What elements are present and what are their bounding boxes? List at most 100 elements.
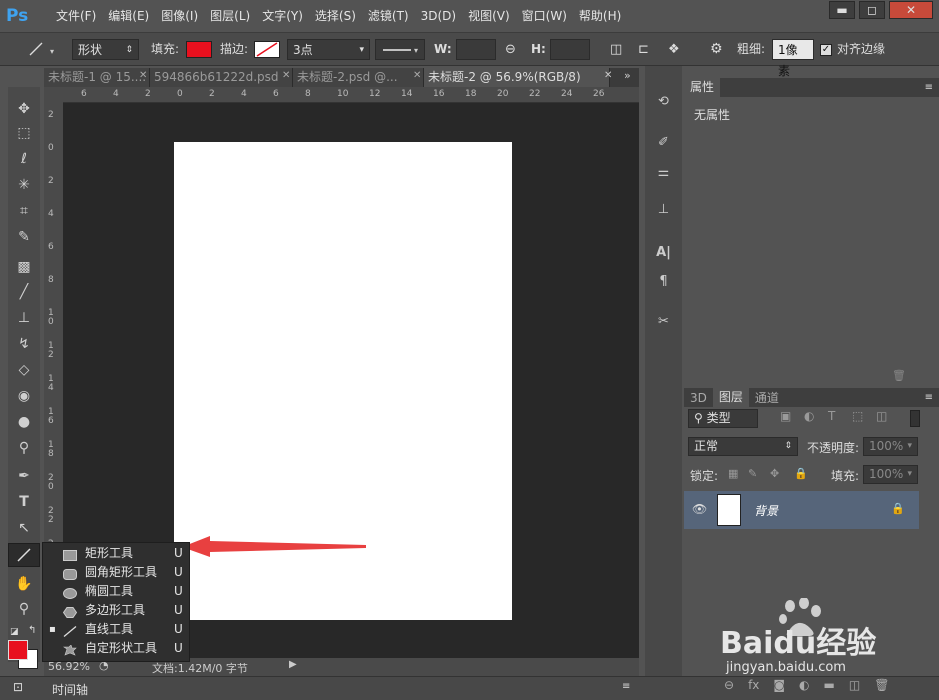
- adjustment-filter-icon[interactable]: ◐: [804, 409, 814, 423]
- magic-wand-icon[interactable]: ✳: [8, 173, 40, 197]
- menu-layer[interactable]: 图层(L): [204, 0, 256, 33]
- panel-menu-icon[interactable]: ≡: [622, 681, 630, 692]
- stroke-size-input[interactable]: 3点 ▾: [287, 39, 370, 60]
- pen-tool-icon[interactable]: ✒: [8, 464, 40, 488]
- default-colors-icon[interactable]: ◪: [10, 627, 20, 637]
- crop-tool-icon[interactable]: ⌗: [8, 199, 40, 223]
- timeline-panel-icon[interactable]: ⊡: [13, 680, 23, 694]
- layer-filter-select[interactable]: ⚲ 类型: [688, 409, 758, 428]
- filter-toggle[interactable]: [910, 410, 920, 427]
- line-tool-icon[interactable]: [8, 543, 40, 567]
- tab-document-1[interactable]: 未标题-1 @ 15....: [44, 68, 150, 87]
- blur-tool-icon[interactable]: ●: [8, 410, 40, 434]
- width-input[interactable]: [456, 39, 496, 60]
- menu-type[interactable]: 文字(Y): [256, 0, 309, 33]
- close-button[interactable]: ✕: [889, 1, 933, 19]
- align-edges-checkbox[interactable]: ✓: [820, 44, 832, 56]
- layer-name[interactable]: 背景: [754, 502, 778, 519]
- clone-source-icon[interactable]: ⊥: [649, 198, 678, 222]
- mode-select[interactable]: 形状 ⇕: [72, 39, 139, 60]
- tool-presets-icon[interactable]: ✂: [649, 310, 678, 334]
- lasso-tool-icon[interactable]: ℓ: [8, 147, 40, 171]
- lock-position-icon[interactable]: ✥: [770, 467, 779, 480]
- move-tool-icon[interactable]: ✥: [8, 97, 40, 121]
- pixel-filter-icon[interactable]: ▣: [780, 409, 791, 423]
- flyout-item-rounded-rectangle[interactable]: 圆角矩形工具 U: [43, 563, 189, 582]
- tab-channels[interactable]: 通道: [749, 389, 785, 406]
- hand-tool-icon[interactable]: ✋: [8, 572, 40, 596]
- flyout-item-line[interactable]: ▪ 直线工具 U: [43, 620, 189, 639]
- timeline-label[interactable]: 时间轴: [52, 681, 88, 698]
- zoom-tool-icon[interactable]: ⚲: [8, 597, 40, 621]
- shape-filter-icon[interactable]: ⬚: [852, 409, 863, 423]
- opacity-input[interactable]: 100% ▾: [863, 437, 918, 456]
- flyout-item-ellipse[interactable]: 椭圆工具 U: [43, 582, 189, 601]
- eraser-tool-icon[interactable]: ◇: [8, 358, 40, 382]
- visibility-eye-icon[interactable]: 👁: [692, 502, 707, 516]
- menu-file[interactable]: 文件(F): [50, 0, 102, 33]
- stroke-swatch[interactable]: [254, 41, 280, 58]
- tab-document-2[interactable]: 594866b61222d.psd: [150, 68, 293, 87]
- tab-properties[interactable]: 属性: [684, 78, 721, 97]
- brush-presets-icon[interactable]: ✐: [649, 131, 678, 155]
- menu-3d[interactable]: 3D(D): [415, 0, 462, 33]
- path-alignment-icon[interactable]: ⊏: [638, 39, 649, 60]
- lock-all-icon[interactable]: 🔒: [794, 467, 808, 480]
- dodge-tool-icon[interactable]: ⚲: [8, 436, 40, 460]
- minimize-button[interactable]: ▬: [829, 1, 855, 19]
- type-tool-icon[interactable]: T: [8, 490, 40, 514]
- close-tab-icon[interactable]: ✕: [413, 70, 421, 81]
- close-tab-icon[interactable]: ✕: [604, 70, 612, 81]
- close-tab-icon[interactable]: ✕: [282, 70, 290, 81]
- tool-preset-picker[interactable]: ▾: [10, 39, 60, 60]
- flyout-item-polygon[interactable]: 多边形工具 U: [43, 601, 189, 620]
- swap-colors-icon[interactable]: ↰: [28, 625, 40, 637]
- close-tab-icon[interactable]: ✕: [139, 70, 147, 81]
- eyedropper-icon[interactable]: ✎: [8, 225, 40, 249]
- healing-brush-icon[interactable]: ▩: [8, 255, 40, 279]
- menu-window[interactable]: 窗口(W): [516, 0, 573, 33]
- link-icon[interactable]: ⊖: [505, 39, 516, 60]
- panel-menu-icon[interactable]: ≡: [925, 392, 939, 403]
- status-menu-icon[interactable]: ▶: [289, 659, 297, 670]
- menu-image[interactable]: 图像(I): [155, 0, 204, 33]
- character-icon[interactable]: A|: [649, 241, 678, 265]
- tab-document-3[interactable]: 未标题-2.psd @...: [293, 68, 424, 87]
- more-tabs-icon[interactable]: »: [624, 69, 631, 82]
- tab-document-4[interactable]: 未标题-2 @ 56.9%(RGB/8): [424, 68, 610, 87]
- tab-layers[interactable]: 图层: [712, 388, 749, 407]
- stamp-tool-icon[interactable]: ⊥: [8, 306, 40, 330]
- trash-icon[interactable]: 🗑: [892, 369, 906, 382]
- layer-row-background[interactable]: 👁 背景 🔒: [684, 491, 919, 529]
- menu-edit[interactable]: 编辑(E): [102, 0, 155, 33]
- menu-help[interactable]: 帮助(H): [573, 0, 627, 33]
- smart-object-filter-icon[interactable]: ◫: [876, 409, 887, 423]
- lock-transparent-icon[interactable]: ▦: [728, 467, 738, 480]
- weight-input[interactable]: 1像素: [772, 39, 814, 78]
- menu-select[interactable]: 选择(S): [309, 0, 362, 33]
- gear-icon[interactable]: ⚙: [710, 39, 723, 60]
- fill-input[interactable]: 100% ▾: [863, 465, 918, 484]
- history-brush-icon[interactable]: ↯: [8, 332, 40, 356]
- menu-view[interactable]: 视图(V): [462, 0, 516, 33]
- path-arrangement-icon[interactable]: ❖: [668, 39, 680, 60]
- path-selection-icon[interactable]: ↖: [8, 516, 40, 540]
- panel-menu-icon[interactable]: ≡: [925, 82, 939, 93]
- lock-pixels-icon[interactable]: ✎: [748, 467, 757, 480]
- paint-bucket-icon[interactable]: ◉: [8, 384, 40, 408]
- flyout-item-rectangle[interactable]: 矩形工具 U: [43, 544, 189, 563]
- fill-swatch[interactable]: [186, 41, 212, 58]
- foreground-color-swatch[interactable]: [8, 640, 28, 660]
- paragraph-icon[interactable]: ¶: [649, 270, 678, 294]
- menu-filter[interactable]: 滤镜(T): [362, 0, 415, 33]
- blend-mode-select[interactable]: 正常 ⇕: [688, 437, 798, 456]
- stroke-type-select[interactable]: ▾: [375, 39, 425, 60]
- brush-settings-icon[interactable]: ⚌: [649, 161, 678, 185]
- brush-tool-icon[interactable]: ╱: [8, 280, 40, 304]
- tab-3d[interactable]: 3D: [684, 391, 713, 405]
- path-operations-icon[interactable]: ◫: [610, 39, 622, 60]
- flyout-item-custom-shape[interactable]: 自定形状工具 U: [43, 639, 189, 658]
- history-icon[interactable]: ⟲: [649, 90, 678, 114]
- type-filter-icon[interactable]: T: [828, 409, 835, 423]
- maximize-button[interactable]: ◻: [859, 1, 885, 19]
